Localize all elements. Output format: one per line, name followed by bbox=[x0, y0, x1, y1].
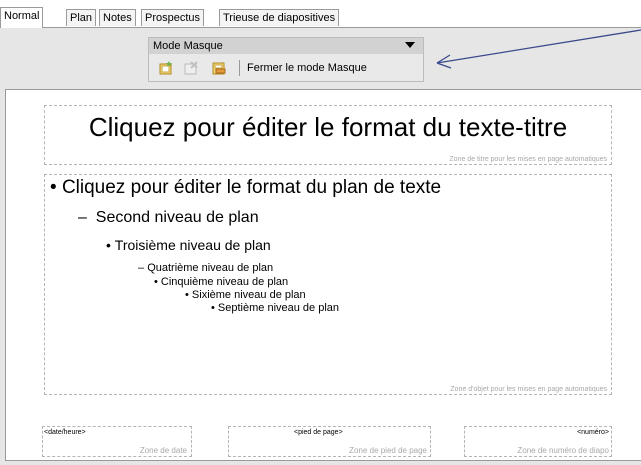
tab-normal[interactable]: Normal bbox=[0, 7, 44, 28]
outline-level-4: – Quatrième niveau de plan bbox=[138, 262, 274, 274]
date-zone-label: Zone de date bbox=[139, 446, 187, 455]
footer-field: <pied de page> bbox=[294, 429, 343, 436]
slide-number-field: <numéro> bbox=[577, 429, 609, 436]
tab-plan[interactable]: Plan bbox=[66, 9, 97, 26]
view-tab-bar: Normal Plan Notes Prospectus Trieuse de … bbox=[0, 0, 641, 28]
close-master-mode-button[interactable]: Fermer le mode Masque bbox=[247, 60, 367, 76]
bullet: • bbox=[154, 276, 161, 288]
outline-level-2: – Second niveau de plan bbox=[78, 209, 259, 226]
master-mode-toolbar: Mode Masque Fermer le mode Masque bbox=[148, 37, 424, 82]
footer-zone-label: Zone de pied de page bbox=[349, 446, 427, 455]
object-zone-label: Zone d'objet pour les mises en page auto… bbox=[450, 386, 607, 393]
bullet: – bbox=[138, 262, 148, 274]
bullet: • bbox=[106, 237, 115, 253]
bullet: • bbox=[185, 289, 192, 301]
footer-placeholder[interactable]: <pied de page> Zone de pied de page bbox=[228, 426, 431, 457]
slide-number-zone-label: Zone de numéro de diapo bbox=[517, 446, 609, 455]
bullet: – bbox=[78, 209, 96, 226]
bullet: • bbox=[50, 177, 62, 198]
tab-notes[interactable]: Notes bbox=[99, 9, 136, 26]
title-placeholder[interactable]: Cliquez pour éditer le format du texte-t… bbox=[44, 105, 612, 165]
new-master-icon[interactable] bbox=[158, 60, 174, 76]
master-slide: Cliquez pour éditer le format du texte-t… bbox=[5, 89, 641, 461]
toolbar-separator bbox=[239, 60, 240, 76]
outline-level-5: • Cinquième niveau de plan bbox=[154, 276, 289, 288]
delete-master-icon[interactable] bbox=[183, 60, 199, 76]
outline-level-7: • Septième niveau de plan bbox=[211, 302, 340, 314]
title-text: Cliquez pour éditer le format du texte-t… bbox=[88, 112, 568, 142]
rename-master-icon[interactable] bbox=[211, 60, 227, 76]
tab-prospectus[interactable]: Prospectus bbox=[141, 9, 205, 26]
chevron-down-icon[interactable] bbox=[405, 42, 415, 48]
master-toolbar-title: Mode Masque bbox=[153, 40, 223, 52]
tab-slide-sorter[interactable]: Trieuse de diapositives bbox=[219, 9, 340, 26]
date-placeholder[interactable]: <date/heure> Zone de date bbox=[42, 426, 192, 457]
date-field: <date/heure> bbox=[44, 429, 86, 436]
outline-level-1: • Cliquez pour éditer le format du plan … bbox=[50, 177, 442, 198]
outline-level-6: • Sixième niveau de plan bbox=[185, 289, 306, 301]
outline-level-3: • Troisième niveau de plan bbox=[106, 237, 271, 253]
slide-number-placeholder[interactable]: <numéro> Zone de numéro de diapo bbox=[464, 426, 612, 457]
title-zone-label: Zone de titre pour les mises en page aut… bbox=[449, 156, 607, 163]
outline-placeholder[interactable]: • Cliquez pour éditer le format du plan … bbox=[44, 174, 612, 395]
master-toolbar-titlebar[interactable]: Mode Masque bbox=[149, 38, 423, 54]
bullet: • bbox=[211, 302, 218, 314]
